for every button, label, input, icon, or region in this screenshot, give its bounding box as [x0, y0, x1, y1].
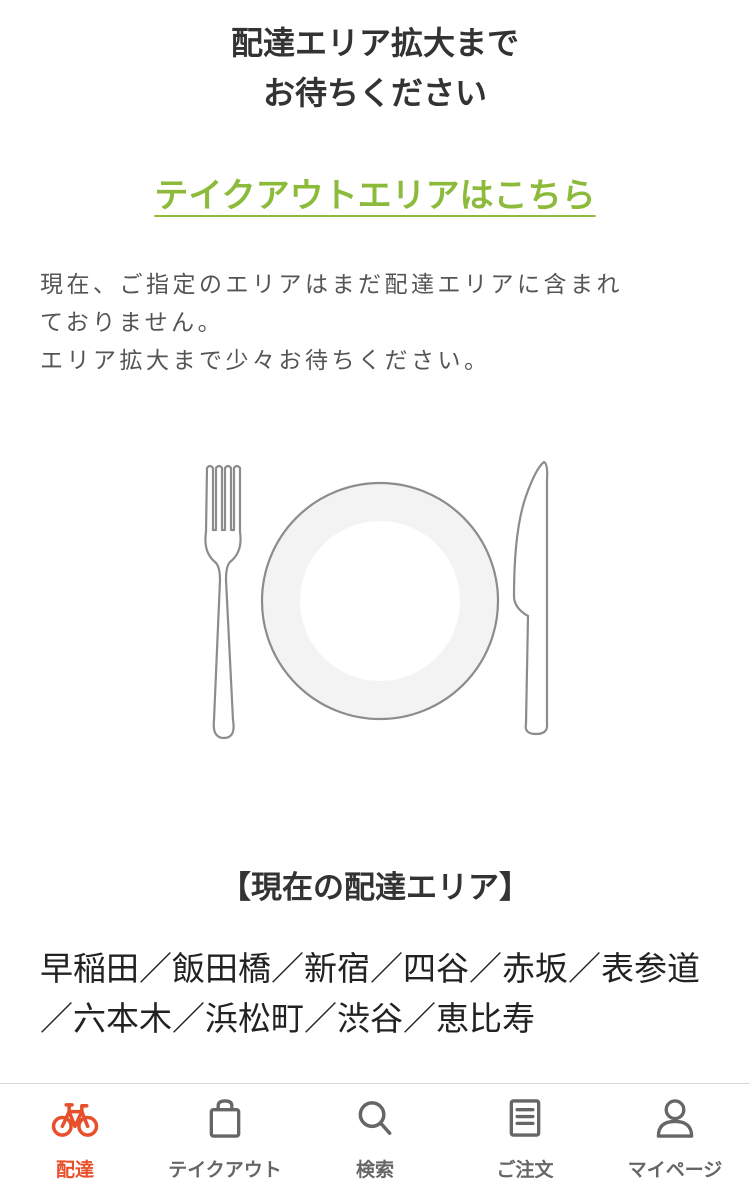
shopping-bag-icon	[209, 1099, 241, 1138]
document-icon	[509, 1099, 541, 1137]
tab-search-label: 検索	[355, 1159, 394, 1181]
takeout-area-link[interactable]: テイクアウトエリアはこちら	[154, 176, 595, 216]
tab-orders-label: ご注文	[496, 1159, 554, 1181]
tab-delivery[interactable]: 配達	[0, 1084, 150, 1182]
takeout-link-container: テイクアウトエリアはこちら	[0, 168, 750, 217]
plate-icon	[260, 481, 500, 721]
bottom-tab-bar: 配達 テイクアウト 検索 ご注文 マイページ	[0, 1083, 750, 1182]
page-title-line-2: お待ちください	[262, 74, 487, 112]
user-icon	[656, 1099, 694, 1138]
delivery-area-list: 早稲田／飯田橋／新宿／四谷／赤坂／表参道／六本木／浜松町／渋谷／恵比寿	[40, 949, 700, 1038]
page-title: 配達エリア拡大まで お待ちください	[0, 18, 750, 118]
area-message: 現在、ご指定のエリアはまだ配達エリアに含まれ ておりません。 エリア拡大まで少々…	[40, 266, 710, 380]
tab-takeout-label: テイクアウト	[168, 1159, 282, 1181]
tab-orders[interactable]: ご注文	[450, 1084, 600, 1182]
fork-icon	[204, 464, 242, 740]
bicycle-icon	[51, 1103, 99, 1137]
tab-search[interactable]: 検索	[300, 1084, 450, 1182]
tab-mypage[interactable]: マイページ	[600, 1084, 750, 1182]
plate-fork-knife-illustration	[204, 460, 549, 740]
delivery-area-heading: 【現在の配達エリア】	[220, 870, 530, 906]
page-title-line-1: 配達エリア拡大まで	[230, 24, 519, 62]
tab-mypage-label: マイページ	[627, 1159, 723, 1181]
knife-icon	[512, 460, 549, 736]
tab-delivery-label: 配達	[55, 1159, 94, 1181]
area-message-line-1: 現在、ご指定のエリアはまだ配達エリアに含まれ	[40, 272, 623, 298]
area-message-line-2: ておりません。	[40, 310, 225, 336]
tab-takeout[interactable]: テイクアウト	[150, 1084, 300, 1182]
area-message-line-3: エリア拡大まで少々お待ちください。	[40, 348, 491, 374]
search-icon	[358, 1101, 392, 1135]
